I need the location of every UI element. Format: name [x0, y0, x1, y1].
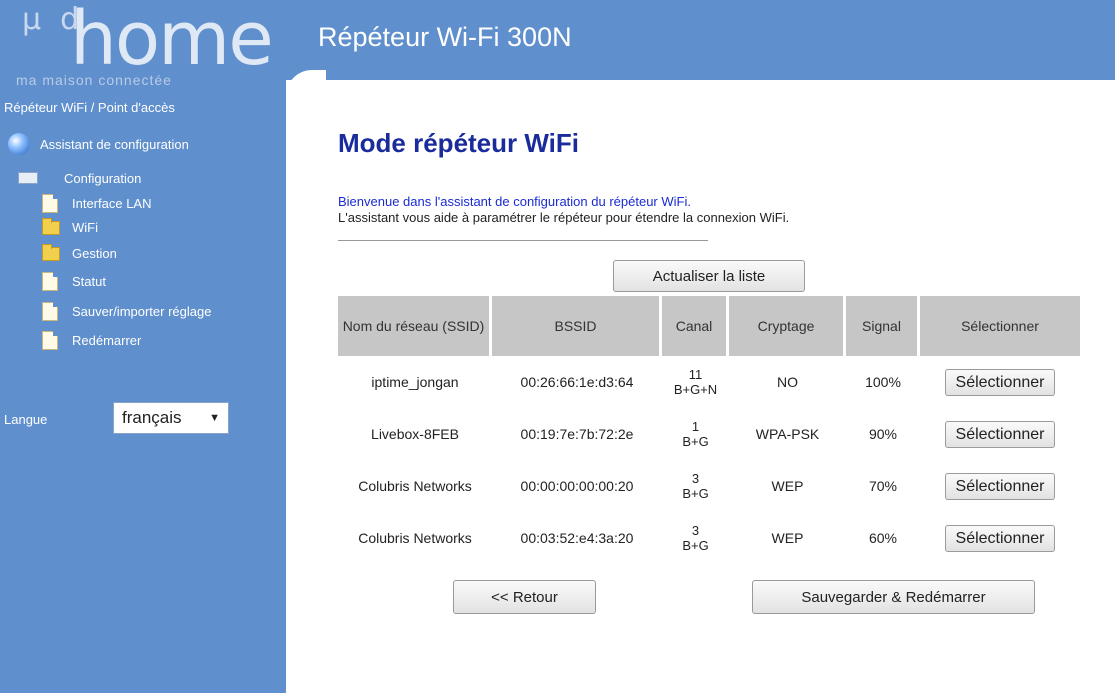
chevron-down-icon: ▼: [209, 412, 220, 424]
sidebar-item-label: Sauver/importer réglage: [72, 304, 212, 319]
cell-select: Sélectionner: [920, 512, 1080, 564]
cell-ssid: Colubris Networks: [358, 529, 472, 546]
document-icon: [42, 302, 58, 321]
column-header-select: Sélectionner: [920, 296, 1080, 356]
sidebar-item-label: Interface LAN: [72, 196, 152, 211]
sidebar-item-label: WiFi: [72, 220, 98, 235]
channel-number: 1: [691, 419, 700, 434]
cell-select: Sélectionner: [920, 460, 1080, 512]
column-header-crypt: Cryptage: [729, 296, 846, 356]
cell-crypt: WPA-PSK: [755, 425, 820, 442]
sidebar-item-wizard[interactable]: Assistant de configuration: [8, 133, 189, 155]
table-row: iptime_jongan 00:26:66:1e:d3:64 11 B+G+N …: [338, 356, 1080, 408]
channel-mode: B+G: [682, 434, 709, 449]
language-value: français: [122, 408, 182, 427]
channel-mode: B+G: [682, 486, 709, 501]
channel-mode: B+G+N: [673, 382, 718, 397]
column-header-bssid: BSSID: [492, 296, 662, 356]
cell-select: Sélectionner: [920, 408, 1080, 460]
sidebar-item-statut[interactable]: Statut: [42, 272, 106, 291]
cell-crypt: WEP: [771, 477, 804, 494]
sidebar-item-label: Configuration: [64, 170, 142, 186]
sidebar-item-wifi[interactable]: WiFi: [42, 217, 98, 235]
table-row: Livebox-8FEB 00:19:7e:7b:72:2e 1 B+G WPA-…: [338, 408, 1080, 460]
table-row: Colubris Networks 00:03:52:e4:3a:20 3 B+G…: [338, 512, 1080, 564]
cell-ssid: iptime_jongan: [371, 373, 459, 390]
sidebar-item-label: Assistant de configuration: [40, 136, 189, 152]
cell-channel: 3 B+G: [662, 460, 729, 512]
channel-number: 3: [691, 523, 700, 538]
sidebar-item-gestion[interactable]: Gestion: [42, 243, 117, 261]
cell-signal: 100%: [865, 373, 901, 390]
divider: [338, 240, 708, 241]
cell-bssid: 00:26:66:1e:d3:64: [520, 373, 634, 390]
column-header-channel: Canal: [662, 296, 729, 356]
help-text: L'assistant vous aide à paramétrer le ré…: [338, 210, 790, 225]
select-network-button[interactable]: Sélectionner: [944, 368, 1056, 396]
save-restart-button[interactable]: Sauvegarder & Redémarrer: [752, 580, 1035, 614]
sidebar-item-label: Redémarrer: [72, 333, 142, 348]
sidebar-item-backup[interactable]: Sauver/importer réglage: [42, 302, 211, 321]
sidebar-item-interface-lan[interactable]: Interface LAN: [42, 194, 152, 213]
cell-channel: 3 B+G: [662, 512, 729, 564]
home-logo: μ d home ma maison connectée: [14, 0, 284, 90]
page-title: Mode répéteur WiFi: [338, 128, 580, 158]
logo-prefix: μ d: [22, 2, 80, 37]
logo-tagline: ma maison connectée: [16, 72, 172, 88]
folder-icon: [42, 243, 60, 261]
cell-signal: 70%: [868, 477, 898, 494]
cell-ssid: Livebox-8FEB: [371, 425, 459, 442]
sidebar-item-label: Gestion: [72, 246, 117, 261]
refresh-list-button[interactable]: Actualiser la liste: [613, 260, 805, 292]
sidebar-item-reboot[interactable]: Redémarrer: [42, 331, 141, 350]
select-network-button[interactable]: Sélectionner: [944, 524, 1056, 552]
language-select[interactable]: français ▼: [113, 402, 229, 434]
cell-signal: 60%: [868, 529, 898, 546]
channel-mode: B+G: [682, 538, 709, 553]
document-icon: [42, 194, 58, 213]
folder-icon: [42, 217, 60, 235]
table-row: Colubris Networks 00:00:00:00:00:20 3 B+G…: [338, 460, 1080, 512]
table-header-row: Nom du réseau (SSID) BSSID Canal Cryptag…: [338, 296, 1080, 356]
document-icon: [42, 272, 58, 291]
sidebar-item-configuration[interactable]: Configuration: [18, 170, 141, 186]
sidebar-subtitle: Répéteur WiFi / Point d'accès: [4, 100, 175, 115]
welcome-text: Bienvenue dans l'assistant de configurat…: [338, 194, 691, 209]
cell-crypt: WEP: [771, 529, 804, 546]
channel-number: 11: [688, 367, 703, 382]
cell-crypt: NO: [777, 373, 798, 390]
sidebar: μ d home ma maison connectée Répéteur Wi…: [0, 0, 286, 693]
language-label: Langue: [4, 412, 48, 427]
cell-bssid: 00:00:00:00:00:20: [520, 477, 634, 494]
select-network-button[interactable]: Sélectionner: [944, 420, 1056, 448]
column-header-signal: Signal: [846, 296, 920, 356]
cell-signal: 90%: [868, 425, 898, 442]
document-icon: [42, 331, 58, 350]
networks-table: Nom du réseau (SSID) BSSID Canal Cryptag…: [338, 296, 1080, 564]
cell-channel: 1 B+G: [662, 408, 729, 460]
channel-number: 3: [691, 471, 700, 486]
globe-icon: [8, 133, 30, 155]
configuration-icon: [18, 170, 38, 186]
logo-word: home: [70, 0, 274, 82]
column-header-ssid: Nom du réseau (SSID): [338, 296, 492, 356]
sidebar-item-label: Statut: [72, 274, 106, 289]
back-button[interactable]: << Retour: [453, 580, 596, 614]
page-header-title: Répéteur Wi-Fi 300N: [318, 22, 572, 52]
cell-channel: 11 B+G+N: [662, 356, 729, 408]
cell-bssid: 00:03:52:e4:3a:20: [520, 529, 634, 546]
cell-ssid: Colubris Networks: [358, 477, 472, 494]
select-network-button[interactable]: Sélectionner: [944, 472, 1056, 500]
cell-select: Sélectionner: [920, 356, 1080, 408]
cell-bssid: 00:19:7e:7b:72:2e: [520, 425, 634, 442]
